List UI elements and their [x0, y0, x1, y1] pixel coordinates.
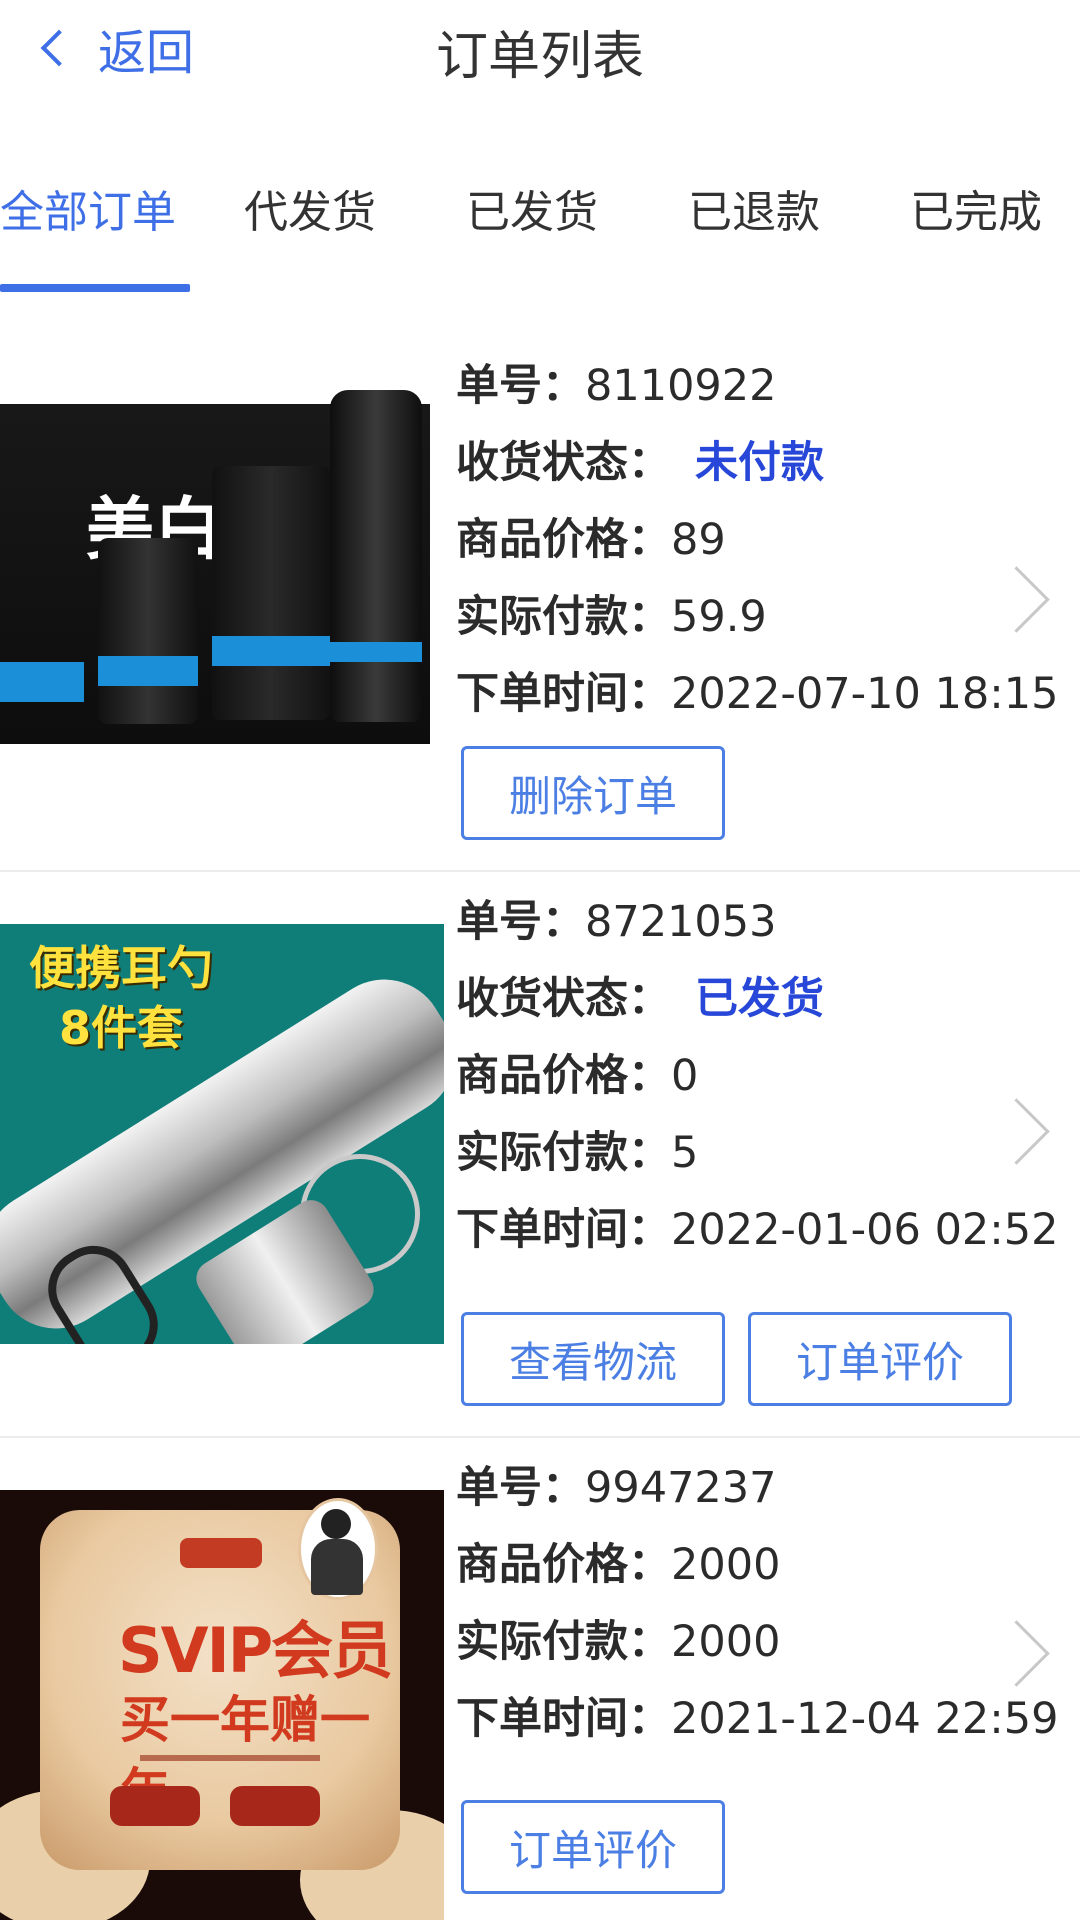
- jar-band: [98, 656, 198, 686]
- tab-completed[interactable]: 已完成: [910, 176, 1042, 240]
- review-order-button[interactable]: 订单评价: [748, 1312, 1012, 1406]
- time-label: 下单时间：: [456, 1205, 671, 1255]
- order-number-value: 8110922: [585, 361, 777, 411]
- delete-order-button[interactable]: 删除订单: [461, 746, 725, 840]
- status-value: 已发货: [695, 974, 824, 1024]
- product-image: 便携耳勺 8件套: [0, 924, 444, 1344]
- box-stripe: [0, 662, 84, 702]
- order-number-row: 单号：8110922: [456, 356, 777, 416]
- page-title: 订单列表: [435, 27, 644, 87]
- product-image-text: 便携耳勺 8件套: [6, 938, 236, 1058]
- order-card[interactable]: SVIP会员 买一年赠一年 单号：9947237 商品价格：2000 实际付款：…: [0, 1438, 1080, 1920]
- avatar-head: [321, 1509, 351, 1539]
- paid-row: 实际付款：2000: [456, 1612, 780, 1672]
- paid-label: 实际付款：: [456, 1128, 671, 1178]
- order-tabs: 全部订单 代发货 已发货 已退款 已完成: [0, 160, 1080, 292]
- chevron-right-icon[interactable]: [983, 566, 1050, 633]
- time-label: 下单时间：: [456, 1694, 671, 1744]
- poster-price-pill: [110, 1786, 200, 1826]
- time-row: 下单时间：2022-07-10 18:15: [456, 664, 1058, 724]
- status-row: 收货状态： 未付款: [456, 433, 824, 493]
- paid-row: 实际付款：59.9: [456, 587, 767, 647]
- time-row: 下单时间：2022-01-06 02:52: [456, 1200, 1058, 1260]
- order-number-value: 9947237: [585, 1463, 777, 1513]
- price-row: 商品价格：2000: [456, 1535, 780, 1595]
- product-image: 美白: [0, 362, 444, 802]
- tab-shipped[interactable]: 已发货: [466, 176, 598, 240]
- poster-tag: [180, 1538, 262, 1568]
- time-value: 2021-12-04 22:59: [671, 1694, 1059, 1744]
- tube-band: [212, 636, 330, 666]
- product-image-caption: 便携耳勺 8件套: [29, 941, 213, 1055]
- order-card[interactable]: 便携耳勺 8件套 单号：8721053 收货状态： 已发货 商品价格：0 实际付款…: [0, 872, 1080, 1438]
- order-number-row: 单号：8721053: [456, 892, 777, 952]
- tab-pending-shipment[interactable]: 代发货: [244, 176, 376, 240]
- paid-value: 2000: [671, 1617, 781, 1667]
- tab-refunded[interactable]: 已退款: [688, 176, 820, 240]
- order-number-row: 单号：9947237: [456, 1458, 777, 1518]
- product-image-text: SVIP会员: [118, 1614, 393, 1687]
- price-label: 商品价格：: [456, 515, 671, 565]
- price-value: 2000: [671, 1540, 781, 1590]
- avatar: [298, 1498, 378, 1600]
- status-label: 收货状态：: [456, 974, 671, 1024]
- product-jar-graphic: [98, 538, 198, 724]
- chevron-right-icon[interactable]: [983, 1098, 1050, 1165]
- time-row: 下单时间：2021-12-04 22:59: [456, 1689, 1058, 1749]
- time-value: 2022-01-06 02:52: [671, 1205, 1059, 1255]
- price-label: 商品价格：: [456, 1540, 671, 1590]
- view-logistics-button[interactable]: 查看物流: [461, 1312, 725, 1406]
- order-number-label: 单号：: [456, 361, 585, 411]
- tab-all-orders[interactable]: 全部订单: [0, 176, 176, 240]
- price-value: 89: [671, 515, 726, 565]
- paid-value: 5: [671, 1128, 699, 1178]
- price-row: 商品价格：0: [456, 1046, 698, 1106]
- status-row: 收货状态： 已发货: [456, 969, 824, 1029]
- time-label: 下单时间：: [456, 669, 671, 719]
- bottle-band: [330, 642, 422, 662]
- product-tube-graphic: [212, 466, 330, 720]
- price-row: 商品价格：89: [456, 510, 726, 570]
- product-bottle-graphic: [330, 390, 422, 722]
- paid-label: 实际付款：: [456, 592, 671, 642]
- order-number-label: 单号：: [456, 897, 585, 947]
- poster-divider: [140, 1755, 320, 1761]
- status-value: 未付款: [695, 438, 824, 488]
- order-card[interactable]: 美白 单号：8110922 收货状态： 未付款 商品价格：89 实际付款：59.9: [0, 340, 1080, 872]
- time-value: 2022-07-10 18:15: [671, 669, 1059, 719]
- product-image: SVIP会员 买一年赠一年: [0, 1490, 444, 1920]
- status-label: 收货状态：: [456, 438, 671, 488]
- paid-label: 实际付款：: [456, 1617, 671, 1667]
- top-bar: 返回 订单列表: [0, 0, 1080, 110]
- order-number-label: 单号：: [456, 1463, 585, 1513]
- price-label: 商品价格：: [456, 1051, 671, 1101]
- poster-price-pill: [230, 1786, 320, 1826]
- chevron-right-icon[interactable]: [983, 1620, 1050, 1687]
- order-list-page: 返回 订单列表 全部订单 代发货 已发货 已退款 已完成 美白 单号：81109…: [0, 0, 1080, 1920]
- avatar-body: [311, 1539, 363, 1595]
- review-order-button[interactable]: 订单评价: [461, 1800, 725, 1894]
- paid-row: 实际付款：5: [456, 1123, 698, 1183]
- active-tab-indicator: [0, 284, 190, 292]
- paid-value: 59.9: [671, 592, 767, 642]
- order-number-value: 8721053: [585, 897, 777, 947]
- price-value: 0: [671, 1051, 699, 1101]
